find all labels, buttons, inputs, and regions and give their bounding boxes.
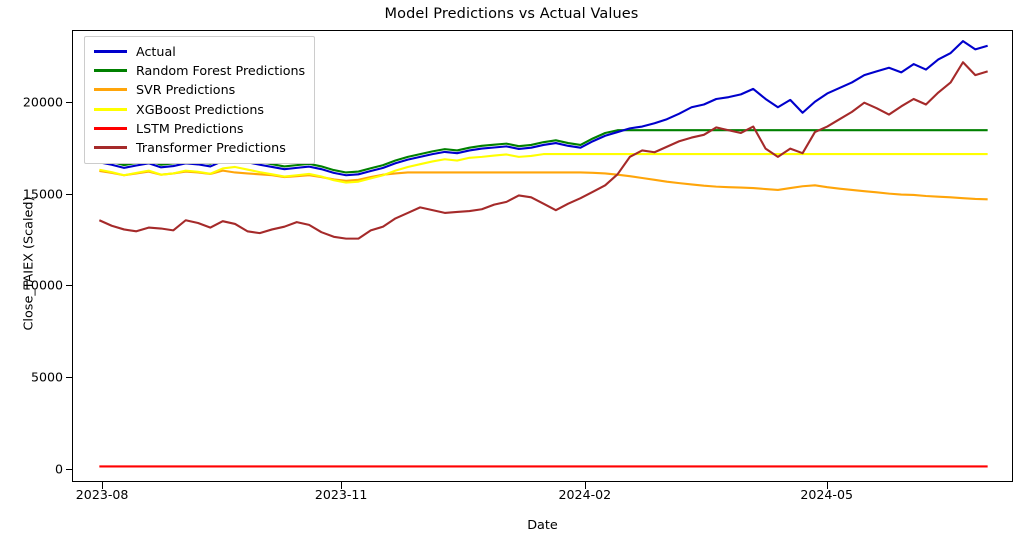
- y-axis-label: Close_TAIEX (Scaled): [21, 196, 37, 331]
- legend-color-swatch: [94, 69, 127, 73]
- x-tick-label: 2023-08: [75, 487, 129, 502]
- legend-item-label: SVR Predictions: [136, 82, 236, 98]
- series-line: [99, 169, 988, 201]
- legend-item[interactable]: XGBoost Predictions: [94, 100, 305, 119]
- x-tick-mark: [341, 482, 343, 489]
- legend-color-swatch: [94, 88, 127, 92]
- legend-item[interactable]: Transformer Predictions: [94, 138, 305, 157]
- x-tick-mark: [102, 482, 104, 489]
- legend-color-swatch: [94, 126, 127, 130]
- x-tick-label: 2024-05: [800, 487, 853, 502]
- legend-item[interactable]: LSTM Predictions: [94, 119, 305, 138]
- x-tick-mark: [826, 482, 828, 489]
- legend-item-label: Actual: [136, 44, 176, 60]
- legend-color-swatch: [94, 107, 127, 111]
- legend-color-swatch: [94, 50, 127, 54]
- legend-item-label: Transformer Predictions: [136, 140, 286, 156]
- chart-legend: Actual Random Forest Predictions SVR Predi…: [84, 36, 316, 165]
- x-tick-mark: [584, 482, 586, 489]
- x-tick-label: 2023-11: [314, 487, 368, 502]
- chart-figure: Model Predictions vs Actual Values 0 5000…: [0, 0, 1023, 547]
- legend-item[interactable]: Random Forest Predictions: [94, 61, 305, 80]
- y-tick-label: 0: [54, 461, 63, 477]
- legend-item-label: Random Forest Predictions: [136, 63, 306, 79]
- x-axis-label: Date: [527, 518, 558, 533]
- x-tick-label: 2024-02: [558, 487, 612, 502]
- legend-item-label: XGBoost Predictions: [136, 101, 265, 117]
- legend-color-swatch: [94, 146, 127, 150]
- page-title: Model Predictions vs Actual Values: [384, 6, 639, 22]
- legend-item-label: LSTM Predictions: [136, 120, 244, 136]
- legend-item[interactable]: SVR Predictions: [94, 80, 305, 99]
- legend-item[interactable]: Actual: [94, 42, 305, 61]
